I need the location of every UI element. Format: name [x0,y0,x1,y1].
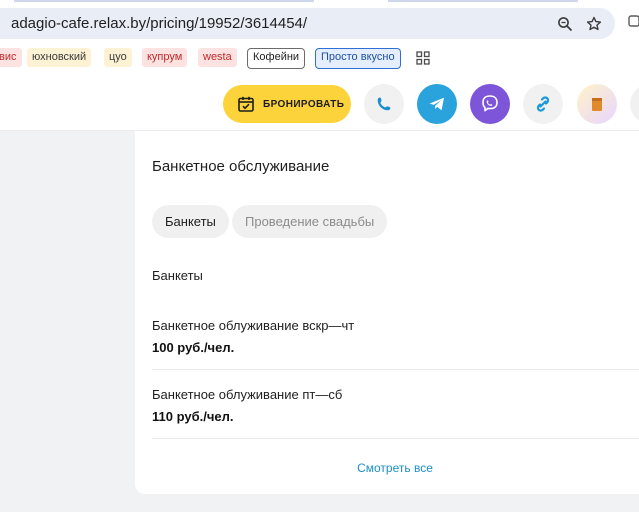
tab-banquets[interactable]: Банкеты [152,205,229,238]
browser-toolbar: adagio-cafe.relax.by/pricing/19952/36144… [0,0,639,79]
phone-icon [377,97,391,111]
bag-button[interactable] [577,84,617,124]
section-label: Банкеты [152,268,203,283]
price-item: Банкетное облуживание вскр—чт 100 руб./ч… [152,318,639,355]
bookmark-item[interactable]: вис [0,48,22,67]
phone-button[interactable] [364,84,404,124]
bookmark-item[interactable]: westa [198,48,237,67]
tab-wedding[interactable]: Проведение свадьбы [232,205,388,238]
more-button[interactable] [630,84,639,124]
divider [152,369,639,370]
book-button-label: БРОНИРОВАТЬ [263,98,345,110]
bookmark-item[interactable]: купрум [142,48,188,67]
address-bar[interactable]: adagio-cafe.relax.by/pricing/19952/36144… [0,8,615,39]
telegram-icon [429,97,444,111]
tab-strip-edge [14,0,314,2]
price-item-price: 100 руб./чел. [152,340,235,355]
card-title: Банкетное обслуживание [152,158,330,175]
bookmark-item[interactable]: цуо [104,48,132,67]
divider [152,438,639,439]
tab-strip-edge [388,0,578,2]
bookmarks-bar: вис юхновский цуо купрум westa Кофейни П… [0,47,639,69]
price-item-name: Банкетное облуживание вскр—чт [152,318,355,333]
bag-icon [592,98,602,111]
link-button[interactable] [523,84,563,124]
bookmark-item[interactable]: юхновский [27,48,92,67]
viber-icon [482,95,498,112]
bookmark-item[interactable]: Просто вкусно [315,48,401,69]
book-button[interactable]: БРОНИРОВАТЬ [223,85,351,123]
apps-grid-icon[interactable] [416,51,430,65]
price-item: Банкетное облуживание пт—сб 110 руб./чел… [152,387,639,424]
pricing-card: Банкетное обслуживание Банкеты Проведени… [135,131,639,494]
price-item-price: 110 руб./чел. [152,409,234,424]
calendar-check-icon [237,95,255,113]
url-text[interactable]: adagio-cafe.relax.by/pricing/19952/36144… [11,15,307,32]
see-all-link[interactable]: Смотреть все [135,461,639,475]
extension-icon[interactable] [627,14,639,34]
zoom-icon[interactable] [555,14,575,34]
link-icon [536,96,550,112]
price-item-name: Банкетное облуживание пт—сб [152,387,343,402]
site-header: БРОНИРОВАТЬ [0,78,639,131]
telegram-button[interactable] [417,84,457,124]
star-icon[interactable] [584,14,604,34]
viber-button[interactable] [470,84,510,124]
bookmark-item[interactable]: Кофейни [247,48,306,69]
